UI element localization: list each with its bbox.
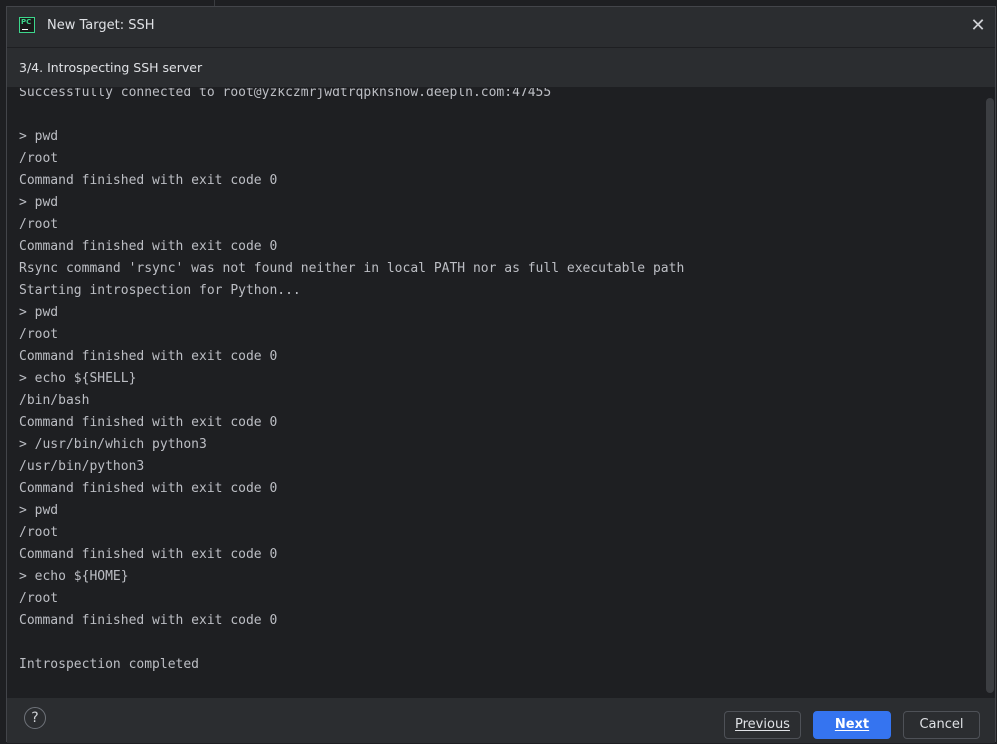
console-output[interactable]: Successfully connected to root@yzkczmrjw… [7, 88, 995, 697]
close-icon[interactable]: ✕ [967, 15, 989, 37]
console-line: > echo ${SHELL} [19, 371, 137, 386]
app-icon-text: PC [21, 18, 32, 26]
console-line: Successfully connected to root@yzkczmrjw… [19, 88, 552, 100]
dialog-footer: ? Previous Next Cancel [7, 697, 995, 743]
console-line: Command finished with exit code 0 [19, 547, 278, 562]
console-line: > pwd [19, 503, 59, 518]
help-icon[interactable]: ? [24, 707, 46, 729]
console-line: /root [19, 217, 59, 232]
console-line: Command finished with exit code 0 [19, 239, 278, 254]
console-line: > echo ${HOME} [19, 569, 129, 584]
console-line: Rsync command 'rsync' was not found neit… [19, 261, 685, 276]
console-line: Introspection completed [19, 657, 200, 672]
console-line: /root [19, 151, 59, 166]
console-line: /usr/bin/python3 [19, 459, 145, 474]
pycharm-logo-icon: PC [19, 17, 35, 33]
console-scrollbar[interactable] [986, 98, 994, 693]
console-line: /root [19, 525, 59, 540]
dialog-title: New Target: SSH [47, 18, 155, 33]
console-line: Command finished with exit code 0 [19, 349, 278, 364]
console-line: > pwd [19, 305, 59, 320]
step-label: 3/4. Introspecting SSH server [19, 60, 203, 75]
console-line: Command finished with exit code 0 [19, 173, 278, 188]
console-line: /bin/bash [19, 393, 90, 408]
console-line: > pwd [19, 129, 59, 144]
console-line: Command finished with exit code 0 [19, 613, 278, 628]
next-button[interactable]: Next [813, 711, 891, 739]
console-line: Command finished with exit code 0 [19, 415, 278, 430]
console-line: /root [19, 327, 59, 342]
console-line: > pwd [19, 195, 59, 210]
app-icon-bar [22, 29, 28, 30]
new-target-dialog: PC New Target: SSH ✕ 3/4. Introspecting … [6, 6, 996, 743]
console-line: > /usr/bin/which python3 [19, 437, 207, 452]
step-header: 3/4. Introspecting SSH server [7, 48, 995, 88]
cancel-button[interactable]: Cancel [903, 711, 980, 739]
console-line: /root [19, 591, 59, 606]
previous-button[interactable]: Previous [724, 711, 801, 739]
console-line: Starting introspection for Python... [19, 283, 301, 298]
console-line: Command finished with exit code 0 [19, 481, 278, 496]
dialog-titlebar: PC New Target: SSH ✕ [7, 7, 995, 47]
console-lines: Successfully connected to root@yzkczmrjw… [19, 88, 684, 676]
